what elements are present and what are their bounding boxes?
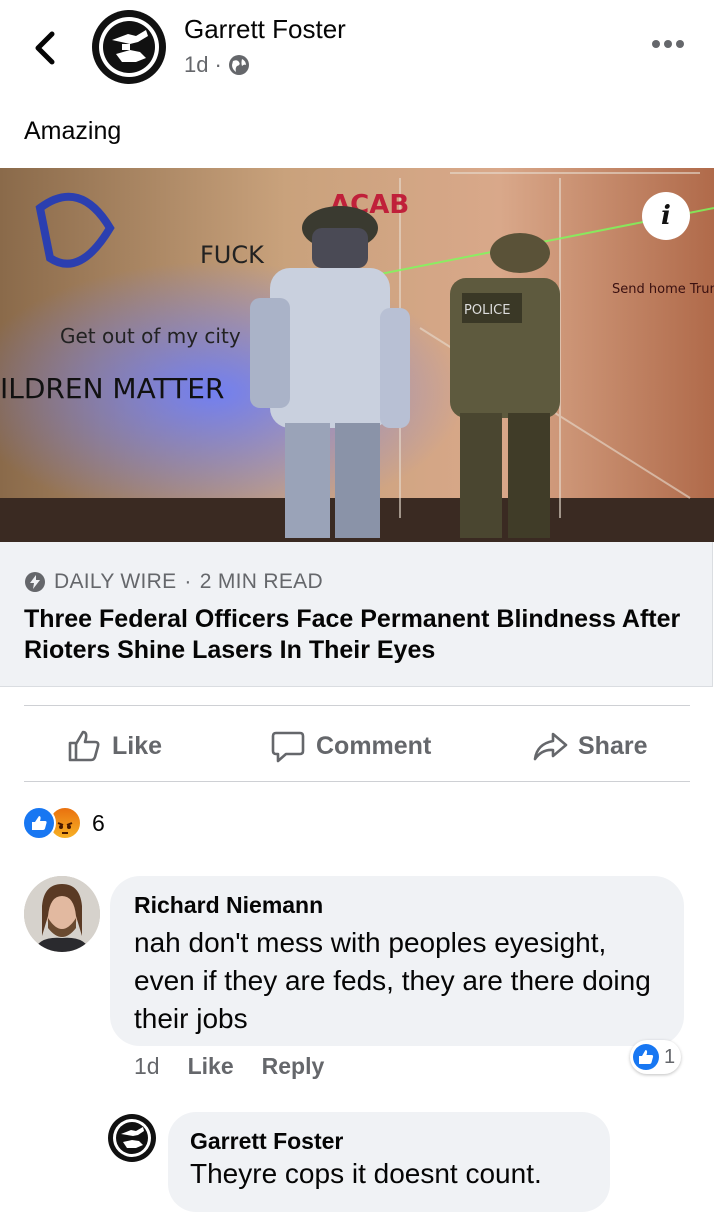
post-text: Amazing (24, 117, 122, 145)
thumbs-up-outline-icon (68, 730, 100, 762)
reply-author[interactable]: Garrett Foster (190, 1128, 343, 1155)
more-horizontal-icon (652, 40, 684, 48)
comment-reply-button[interactable]: Reply (262, 1053, 325, 1080)
reply-author-avatar[interactable] (108, 1114, 156, 1162)
article-photo: ACAB FUCK Get out of my city ILDREN MATT… (0, 168, 714, 542)
like-reaction-icon (633, 1044, 659, 1070)
graffiti-fuck: FUCK (200, 241, 265, 269)
graffiti-get-out: Get out of my city (60, 324, 241, 348)
post-author-name[interactable]: Garrett Foster (184, 14, 346, 45)
instant-article-lightning-icon (25, 572, 45, 592)
comment-like-button[interactable]: Like (188, 1053, 234, 1080)
globe-icon (228, 55, 249, 75)
comment-label: Comment (316, 731, 432, 760)
comment-like-count: 1 (664, 1045, 676, 1068)
like-button[interactable]: Like (66, 726, 162, 766)
fist-logo-icon (113, 1119, 151, 1157)
comment-author[interactable]: Richard Niemann (134, 892, 323, 919)
divider-bottom (24, 781, 690, 782)
comment-button[interactable]: Comment (270, 726, 431, 766)
article-headline[interactable]: Three Federal Officers Face Permanent Bl… (24, 604, 694, 666)
police-label: POLICE (464, 303, 510, 318)
more-options-button[interactable] (650, 34, 690, 54)
share-button[interactable]: Share (532, 726, 647, 766)
source-name: DAILY WIRE (54, 570, 177, 593)
comment-bubble-icon (271, 731, 305, 763)
like-reaction-icon (22, 806, 56, 840)
chevron-left-icon (35, 31, 55, 65)
fist-logo-icon (99, 17, 159, 77)
share-label: Share (578, 731, 648, 760)
article-source: DAILY WIRE · 2 MIN READ (24, 570, 323, 594)
comment-actions: 1d Like Reply (134, 1053, 324, 1080)
author-avatar[interactable] (92, 10, 166, 84)
read-time: 2 MIN READ (199, 570, 323, 593)
info-button[interactable]: i (642, 192, 690, 240)
post-time[interactable]: 1d (184, 52, 208, 78)
meta-separator: · (214, 52, 222, 77)
graffiti-send-home: Send home Trump (612, 282, 714, 297)
reactions-summary[interactable]: 6 (22, 806, 105, 840)
commenter-avatar[interactable] (24, 876, 100, 952)
profile-photo (24, 876, 100, 952)
link-preview-image[interactable]: ACAB FUCK Get out of my city ILDREN MATT… (0, 168, 714, 542)
comment-text: nah don't mess with peoples eyesight, ev… (134, 927, 651, 1034)
source-dot: · (184, 570, 192, 593)
share-arrow-icon (533, 732, 568, 761)
back-button[interactable] (30, 28, 64, 68)
comment-time[interactable]: 1d (134, 1053, 160, 1080)
graffiti-children-matter: ILDREN MATTER (0, 372, 224, 405)
like-label: Like (112, 731, 163, 760)
reaction-count: 6 (92, 809, 105, 836)
divider-top (24, 705, 690, 706)
comment-reaction-badge[interactable]: 1 (630, 1040, 682, 1074)
reply-text: Theyre cops it doesnt count. (190, 1158, 542, 1189)
post-meta: 1d · (184, 52, 250, 78)
